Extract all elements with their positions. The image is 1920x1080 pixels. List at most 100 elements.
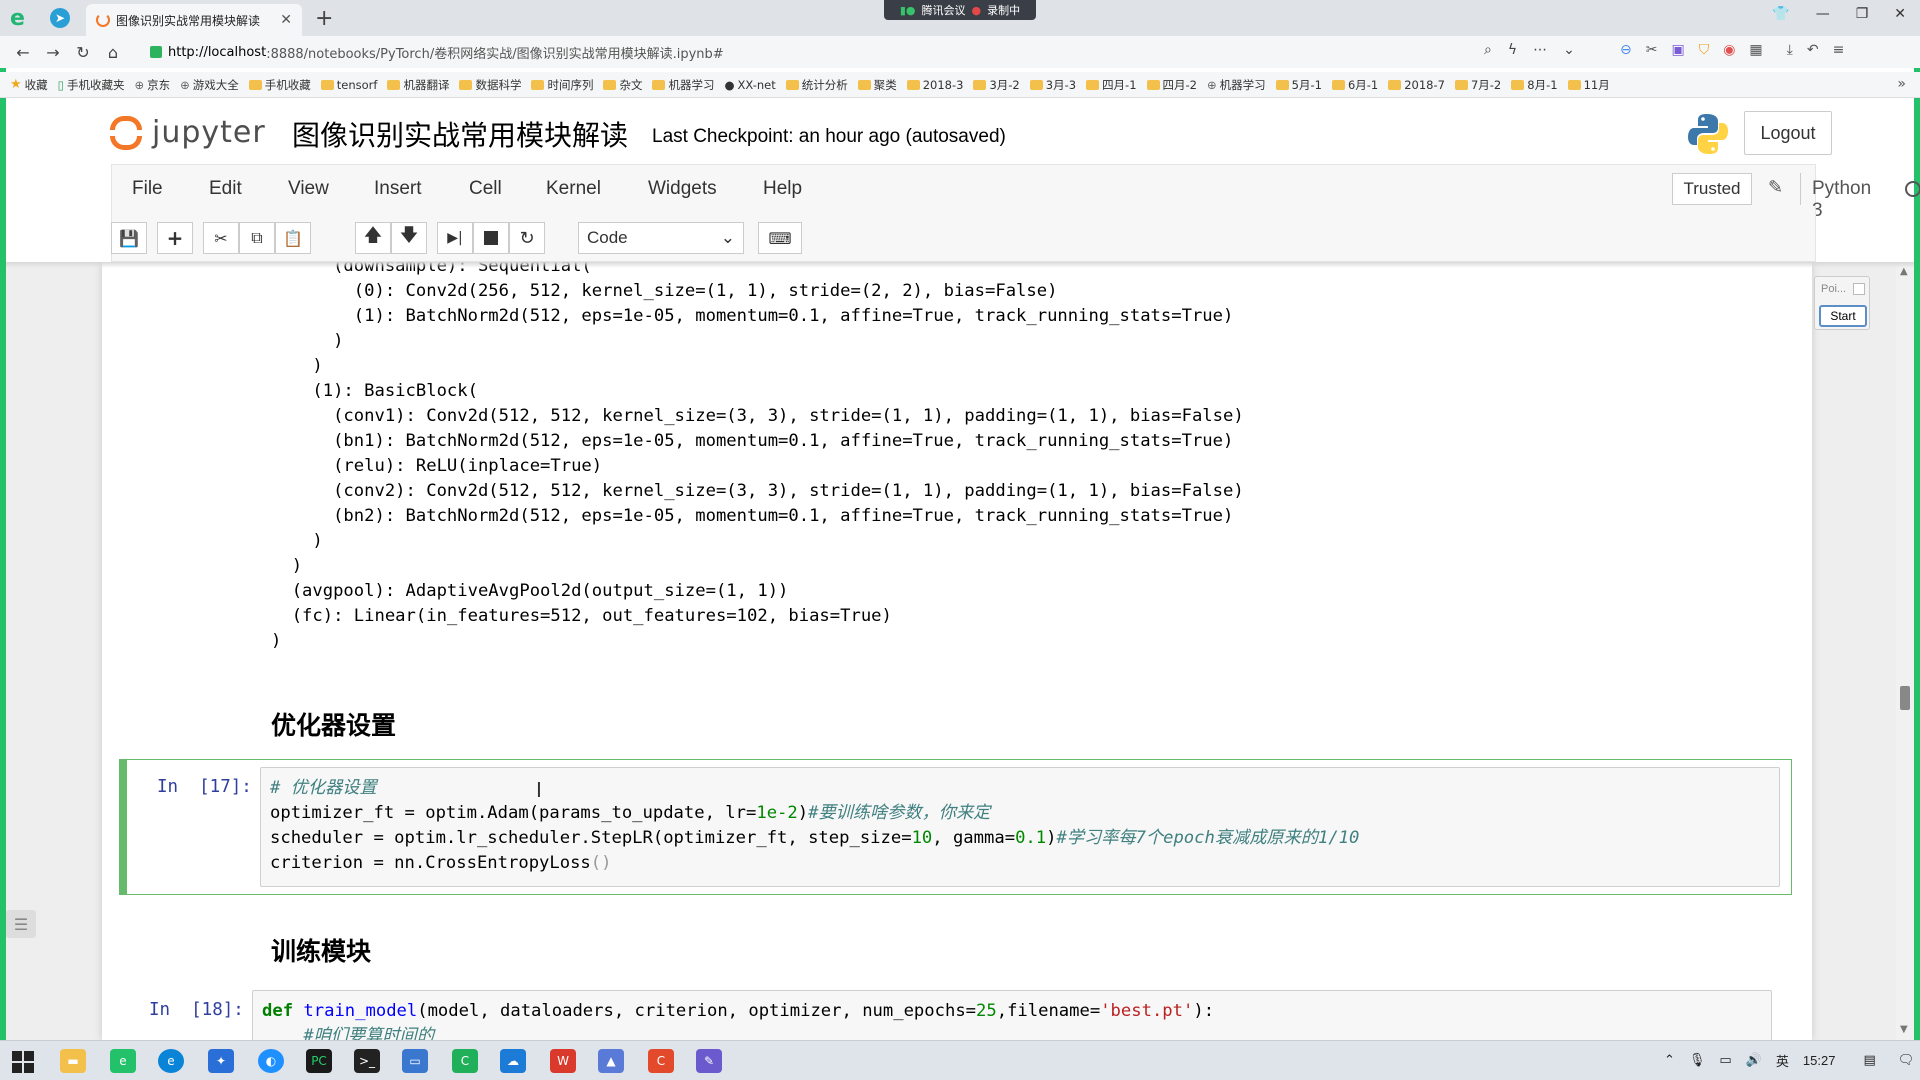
bookmark-item[interactable]: 3月-2 xyxy=(973,77,1020,93)
bookmark-item[interactable]: 8月-1 xyxy=(1511,77,1558,93)
pycharm-icon[interactable]: PC xyxy=(306,1049,332,1073)
bookmark-item[interactable]: 时间序列 xyxy=(531,77,593,93)
copy-button[interactable]: ⧉ xyxy=(239,222,275,254)
save-button[interactable]: 💾 xyxy=(111,222,147,254)
windows-start-icon[interactable] xyxy=(12,1051,34,1073)
menu-view[interactable]: View xyxy=(288,178,329,200)
new-tab-button[interactable]: + xyxy=(315,6,333,31)
bookmark-item[interactable]: 2018-3 xyxy=(906,78,963,92)
menu-cell[interactable]: Cell xyxy=(469,178,502,200)
jupyter-logo[interactable]: jupyter xyxy=(108,112,266,152)
bookmark-item[interactable]: 11月 xyxy=(1567,77,1610,93)
scroll-thumb[interactable] xyxy=(1900,686,1910,710)
bookmark-item[interactable]: 聚类 xyxy=(857,77,897,93)
code-cell-17[interactable]: In [17]: # 优化器设置 optimizer_ft = optim.Ad… xyxy=(119,759,1792,895)
interrupt-button[interactable] xyxy=(473,222,509,254)
undo-icon[interactable]: ↶ xyxy=(1807,42,1819,58)
skin-icon[interactable]: 👕 xyxy=(1772,6,1789,22)
trusted-indicator[interactable]: Trusted xyxy=(1672,173,1752,205)
bookmark-item[interactable]: 四月-1 xyxy=(1086,77,1137,93)
bookmark-item[interactable]: 杂文 xyxy=(603,77,642,93)
markdown-heading-optimizer[interactable]: 优化器设置 xyxy=(271,706,396,742)
volume-icon[interactable]: 🔊 xyxy=(1746,1053,1762,1068)
app-paint-icon[interactable]: ✎ xyxy=(696,1049,722,1073)
lightning-icon[interactable]: ϟ xyxy=(1508,42,1517,58)
extension-1-icon[interactable]: ⊖ xyxy=(1620,42,1632,58)
menu-edit[interactable]: Edit xyxy=(209,178,242,200)
menu-help[interactable]: Help xyxy=(763,178,802,200)
browser-tab-notebook[interactable]: 图像识别实战常用模块解读 ✕ xyxy=(86,4,302,36)
app-bird-icon[interactable]: ✦ xyxy=(208,1049,234,1073)
app-red-c-icon[interactable]: C xyxy=(648,1049,674,1073)
telegram-icon[interactable]: ➤ xyxy=(50,8,70,28)
bookmark-item[interactable]: ▯ 手机收藏夹 xyxy=(58,77,125,93)
app-mountain-icon[interactable]: ▲ xyxy=(598,1049,624,1073)
menu-kernel[interactable]: Kernel xyxy=(546,178,601,200)
bookmark-item[interactable]: 7月-2 xyxy=(1454,77,1501,93)
bookmark-item[interactable]: ⊕ 游戏大全 xyxy=(180,77,239,93)
network-icon[interactable]: ▭ xyxy=(1719,1053,1731,1068)
logout-button[interactable]: Logout xyxy=(1744,111,1832,155)
menu-widgets[interactable]: Widgets xyxy=(648,178,717,200)
bookmark-item[interactable]: 3月-3 xyxy=(1029,77,1076,93)
restart-button[interactable]: ↻ xyxy=(509,222,545,254)
reload-icon[interactable]: ↻ xyxy=(68,43,98,62)
code-editor[interactable]: # 优化器设置 optimizer_ft = optim.Adam(params… xyxy=(260,767,1780,887)
bookmark-item[interactable]: ⊕ 机器学习 xyxy=(1207,77,1266,93)
page-scrollbar[interactable]: ▲ ▼ xyxy=(1896,262,1914,1040)
menu-file[interactable]: File xyxy=(132,178,163,200)
notifications-icon[interactable]: 🗨 xyxy=(1898,1053,1915,1068)
minimize-icon[interactable]: — xyxy=(1816,6,1830,22)
toc-toggle-icon[interactable]: ☰ xyxy=(6,910,36,938)
bookmark-item[interactable]: ★ 收藏 xyxy=(10,77,48,93)
shield-icon[interactable]: ⛉ xyxy=(1699,42,1710,58)
browser-taskbar-icon[interactable]: e xyxy=(110,1049,136,1073)
wps-icon[interactable]: W xyxy=(550,1049,576,1073)
download-icon[interactable]: ⤓ xyxy=(1787,42,1793,58)
cell-type-select[interactable]: Code ⌄ xyxy=(578,222,744,254)
microphone-icon[interactable]: 🎙 xyxy=(1689,1053,1706,1068)
more-icon[interactable]: ⋯ xyxy=(1533,42,1547,58)
app-window-icon[interactable]: ▭ xyxy=(402,1049,428,1073)
bookmark-item[interactable]: 2018-7 xyxy=(1388,78,1445,92)
menu-icon[interactable]: ≡ xyxy=(1833,42,1845,58)
game-icon[interactable]: ◉ xyxy=(1723,42,1735,58)
insert-cell-button[interactable]: + xyxy=(157,222,193,254)
notes-icon[interactable]: ▤ xyxy=(1863,1053,1875,1068)
menu-insert[interactable]: Insert xyxy=(374,178,422,200)
bookmark-item[interactable]: 统计分析 xyxy=(785,77,848,93)
bookmark-item[interactable]: tensorf xyxy=(320,78,377,92)
app-cloud-icon[interactable]: ☁ xyxy=(500,1049,526,1073)
dropdown-icon[interactable]: ⌄ xyxy=(1563,42,1575,58)
tray-expand-icon[interactable]: ⌃ xyxy=(1664,1053,1675,1068)
ime-indicator[interactable]: 英 xyxy=(1776,1051,1789,1070)
bookmark-item[interactable]: 四月-2 xyxy=(1146,77,1197,93)
markdown-heading-train[interactable]: 训练模块 xyxy=(271,932,371,968)
app-c-icon[interactable]: C xyxy=(452,1049,478,1073)
bookmark-item[interactable]: ● XX-net xyxy=(724,78,775,92)
run-button[interactable]: ▶| xyxy=(437,222,473,254)
app-circle-icon[interactable]: ◐ xyxy=(258,1049,284,1073)
bookmark-item[interactable]: 6月-1 xyxy=(1331,77,1378,93)
bookmark-item[interactable]: 手机收藏 xyxy=(248,77,311,93)
scroll-down-icon[interactable]: ▼ xyxy=(1900,1024,1908,1035)
kernel-name[interactable]: Python 3 xyxy=(1812,178,1871,222)
url-input[interactable]: http://localhost:8888/notebooks/PyTorch/… xyxy=(150,40,1480,64)
move-down-button[interactable]: 🡇 xyxy=(391,222,427,254)
move-up-button[interactable]: 🡅 xyxy=(355,222,391,254)
code-editor[interactable]: def train_model(model, dataloaders, crit… xyxy=(252,990,1772,1040)
widget-start-button[interactable]: Start xyxy=(1819,305,1867,327)
home-icon[interactable]: ⌂ xyxy=(98,43,128,62)
bookmark-item[interactable]: 5月-1 xyxy=(1275,77,1322,93)
bookmark-item[interactable]: 机器翻译 xyxy=(387,77,449,93)
restore-icon[interactable]: ❐ xyxy=(1856,6,1869,22)
browser-logo-icon[interactable]: e xyxy=(10,6,36,31)
bookmark-item[interactable]: 数据科学 xyxy=(459,77,521,93)
tab-close-icon[interactable]: ✕ xyxy=(280,12,292,28)
meeting-recording-badge[interactable]: ▮● 腾讯会议 ● 录制中 xyxy=(884,0,1036,20)
cut-button[interactable]: ✂ xyxy=(203,222,239,254)
paste-button[interactable]: 📋 xyxy=(275,222,311,254)
bookmarks-overflow-icon[interactable]: » xyxy=(1897,76,1906,92)
close-window-icon[interactable]: ✕ xyxy=(1894,6,1906,22)
back-icon[interactable]: ← xyxy=(8,43,38,62)
